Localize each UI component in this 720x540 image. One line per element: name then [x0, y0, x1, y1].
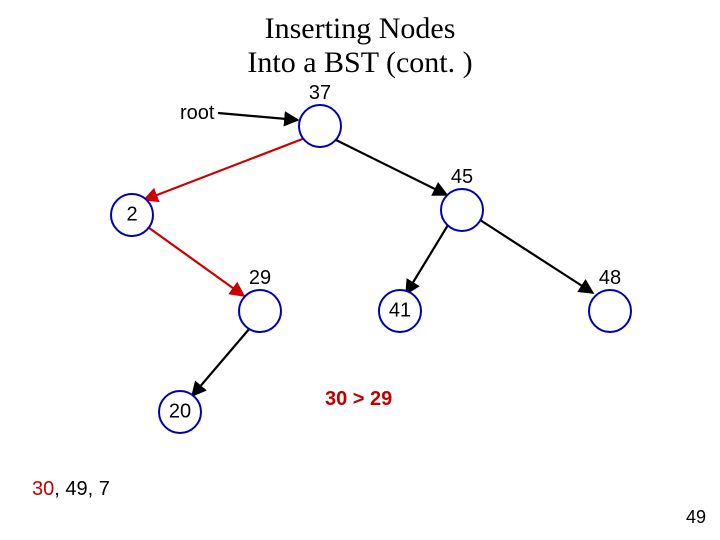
- tree-node-2: 2: [110, 193, 154, 237]
- insert-queue: 30, 49, 7: [32, 478, 110, 501]
- tree-node-48: 48: [588, 289, 632, 333]
- comparison-annotation: 30 > 29: [325, 388, 392, 411]
- tree-node-45: 45: [440, 188, 484, 232]
- node-value: 2: [126, 204, 137, 227]
- insert-queue-current: 30: [32, 478, 54, 500]
- node-value: 37: [309, 82, 331, 105]
- node-value: 29: [249, 267, 271, 290]
- node-value: 48: [599, 267, 621, 290]
- slide-title-line1: Inserting Nodes: [0, 12, 720, 47]
- tree-node-41: 41: [378, 289, 422, 333]
- root-label: root: [180, 102, 214, 125]
- slide-number: 49: [686, 507, 706, 528]
- slide-title-line2: Into a BST (cont. ): [0, 46, 720, 81]
- node-value: 41: [389, 300, 411, 323]
- tree-node-20: 20: [158, 390, 202, 434]
- node-value: 45: [451, 166, 473, 189]
- insert-queue-rest: , 49, 7: [54, 478, 110, 500]
- tree-node-37: 37: [298, 104, 342, 148]
- tree-node-29: 29: [238, 289, 282, 333]
- node-value: 20: [169, 401, 191, 424]
